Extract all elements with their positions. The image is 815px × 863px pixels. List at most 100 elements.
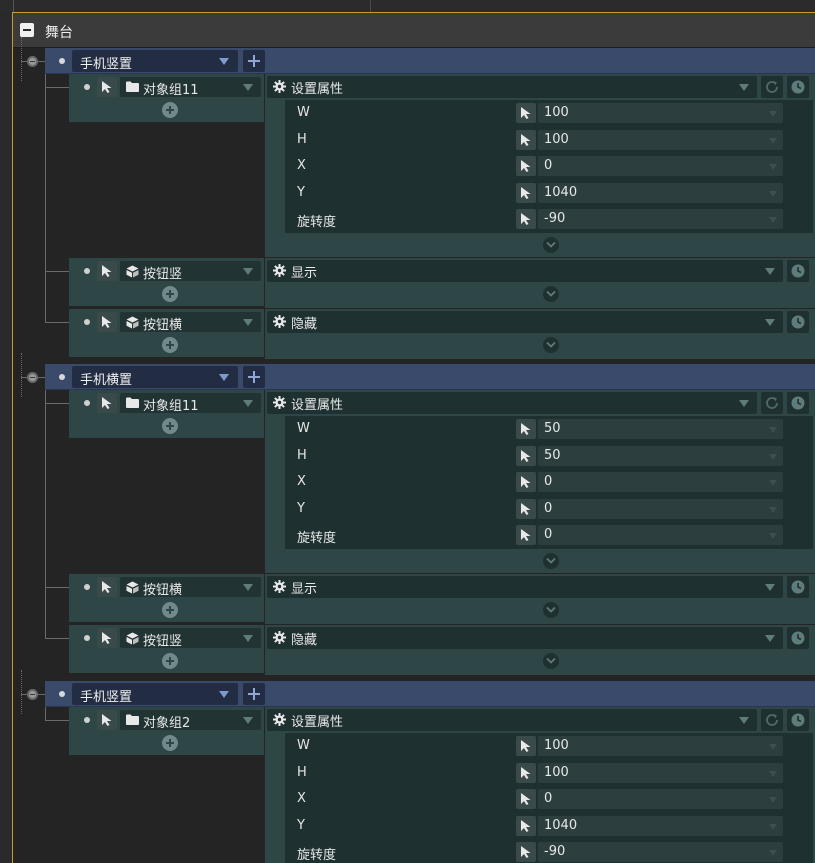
refresh-button[interactable] — [761, 76, 783, 98]
event-label: 手机竖置 — [80, 57, 133, 72]
property-value-input[interactable]: 1040 — [538, 182, 783, 203]
property-value-input[interactable]: 100 — [538, 103, 783, 123]
pick-value-button[interactable] — [516, 842, 536, 862]
pick-object-button[interactable] — [97, 576, 117, 597]
pick-object-button[interactable] — [97, 393, 117, 413]
object-label: 按钮竖 — [143, 266, 183, 282]
pick-value-button[interactable] — [516, 156, 536, 176]
expand-chevron-icon[interactable] — [543, 652, 559, 669]
timer-button[interactable] — [787, 259, 809, 282]
event-select[interactable]: 手机横置 — [72, 366, 238, 388]
collapse-node-icon[interactable] — [27, 56, 38, 67]
bullet-icon — [84, 583, 90, 590]
bullet-icon — [84, 267, 90, 274]
pick-value-button[interactable] — [516, 472, 536, 492]
expand-chevron-icon[interactable] — [543, 552, 559, 569]
action-label: 显示 — [291, 581, 318, 597]
add-object-icon[interactable] — [162, 102, 178, 118]
add-object-icon[interactable] — [162, 601, 178, 618]
action-select[interactable]: 显示 — [267, 259, 783, 282]
expand-chevron-icon[interactable] — [543, 236, 559, 253]
pick-value-button[interactable] — [516, 445, 536, 466]
add-action-button[interactable] — [243, 683, 265, 705]
pick-object-button[interactable] — [97, 311, 117, 332]
add-object-icon[interactable] — [162, 652, 178, 669]
collapse-node-icon[interactable] — [27, 372, 38, 383]
event-label: 手机竖置 — [80, 690, 133, 705]
refresh-button[interactable] — [761, 709, 783, 731]
add-object-icon[interactable] — [162, 336, 178, 353]
expand-chevron-icon[interactable] — [543, 601, 559, 618]
object-select[interactable]: 按钮横 — [120, 576, 261, 598]
property-value-input[interactable]: 100 — [538, 129, 783, 150]
property-value-input[interactable]: -90 — [538, 209, 783, 229]
property-label: X — [297, 158, 306, 173]
refresh-button[interactable] — [761, 392, 783, 414]
expand-chevron-icon[interactable] — [543, 336, 559, 353]
event-select[interactable]: 手机竖置 — [72, 50, 238, 72]
pick-value-button[interactable] — [516, 103, 536, 123]
pick-value-button[interactable] — [516, 209, 536, 229]
pick-value-button[interactable] — [516, 129, 536, 150]
timer-button[interactable] — [787, 392, 809, 414]
property-value-input[interactable]: -90 — [538, 842, 783, 862]
property-value-input[interactable]: 0 — [538, 498, 783, 519]
property-value-input[interactable]: 1040 — [538, 815, 783, 836]
collapse-button[interactable] — [20, 23, 34, 37]
action-select[interactable]: 设置属性 — [267, 76, 757, 98]
action-select[interactable]: 隐藏 — [267, 626, 783, 649]
action-select[interactable]: 隐藏 — [267, 310, 783, 333]
collapse-node-icon[interactable] — [27, 689, 38, 700]
object-row: 按钮横 — [69, 574, 264, 600]
timer-button[interactable] — [787, 709, 809, 731]
pick-value-button[interactable] — [516, 762, 536, 783]
property-value-input[interactable]: 0 — [538, 156, 783, 176]
pick-value-button[interactable] — [516, 525, 536, 545]
event-select[interactable]: 手机竖置 — [72, 683, 238, 705]
pick-object-button[interactable] — [97, 77, 117, 97]
chevron-down-icon — [243, 267, 253, 275]
object-select[interactable]: 对象组11 — [120, 77, 261, 98]
pick-object-button[interactable] — [97, 627, 117, 648]
add-object-icon[interactable] — [162, 735, 178, 751]
property-label: X — [297, 791, 306, 806]
property-value-input[interactable]: 100 — [538, 736, 783, 756]
add-action-button[interactable] — [243, 366, 265, 388]
expand-chevron-icon[interactable] — [543, 285, 559, 302]
pick-value-button[interactable] — [516, 419, 536, 439]
property-value-input[interactable]: 100 — [538, 762, 783, 783]
timer-button[interactable] — [787, 76, 809, 98]
object-select[interactable]: 对象组11 — [120, 393, 261, 414]
action-select[interactable]: 设置属性 — [267, 392, 757, 414]
timer-button[interactable] — [787, 626, 809, 649]
object-select[interactable]: 按钮竖 — [120, 260, 261, 282]
pick-value-button[interactable] — [516, 182, 536, 203]
object-label: 对象组11 — [143, 399, 199, 414]
object-select[interactable]: 按钮竖 — [120, 627, 261, 649]
property-value-input[interactable]: 0 — [538, 789, 783, 809]
pick-object-button[interactable] — [97, 710, 117, 730]
action-select[interactable]: 显示 — [267, 575, 783, 598]
timer-button[interactable] — [787, 310, 809, 333]
pick-value-button[interactable] — [516, 498, 536, 519]
add-action-button[interactable] — [243, 50, 265, 72]
property-value-input[interactable]: 50 — [538, 445, 783, 466]
object-select[interactable]: 按钮横 — [120, 311, 261, 333]
property-value: 0 — [544, 791, 553, 806]
add-object-icon[interactable] — [162, 418, 178, 434]
property-value-input[interactable]: 0 — [538, 472, 783, 492]
timer-button[interactable] — [787, 575, 809, 598]
property-value-input[interactable]: 50 — [538, 419, 783, 439]
object-select[interactable]: 对象组2 — [120, 710, 261, 731]
pick-value-button[interactable] — [516, 815, 536, 836]
pick-value-button[interactable] — [516, 736, 536, 756]
property-value-input[interactable]: 0 — [538, 525, 783, 545]
pick-value-button[interactable] — [516, 789, 536, 809]
chevron-down-icon — [769, 427, 777, 433]
pick-object-button[interactable] — [97, 260, 117, 281]
divider — [370, 0, 371, 12]
chevron-down-icon — [769, 190, 777, 197]
action-select[interactable]: 设置属性 — [267, 709, 757, 731]
property-row: W 100 — [285, 733, 813, 759]
add-object-icon[interactable] — [162, 285, 178, 302]
